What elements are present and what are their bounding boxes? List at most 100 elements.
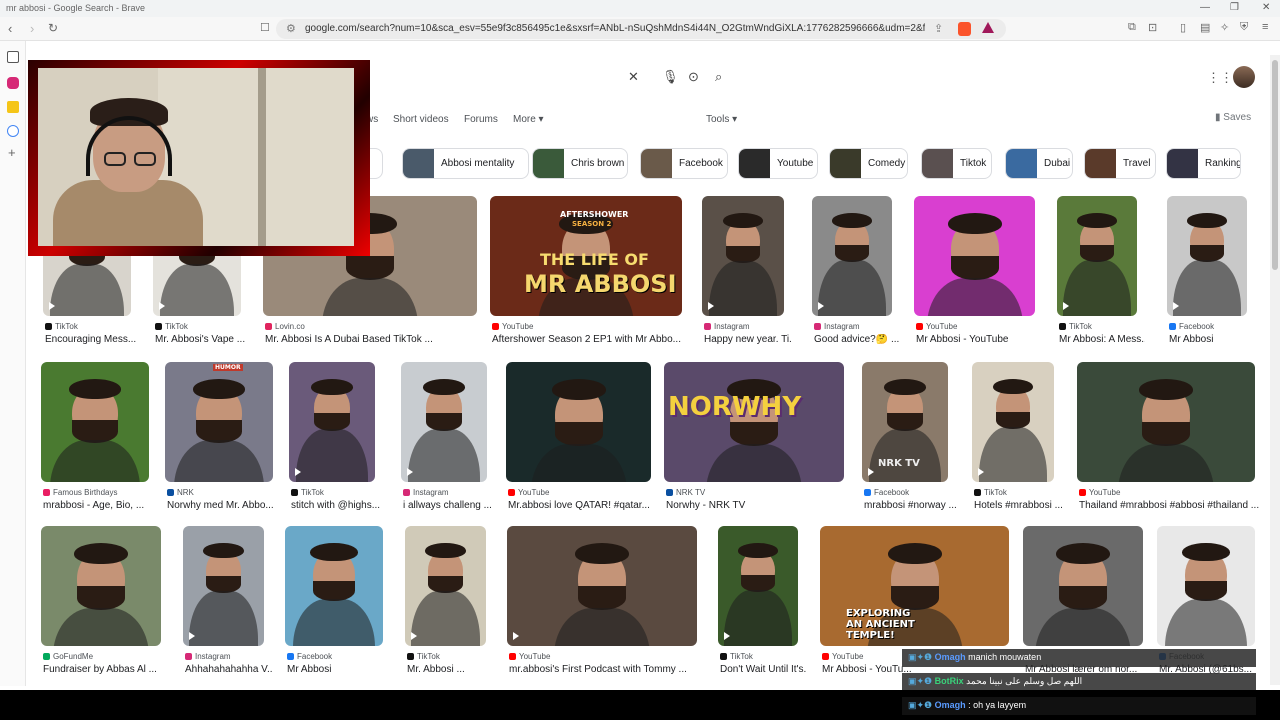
result-title[interactable]: Mr Abbosi - YouTube: [916, 334, 1043, 345]
person-beard: [890, 586, 939, 610]
result-title[interactable]: Mr Abbosi: [287, 664, 391, 675]
source-favicon-icon: [185, 653, 192, 660]
result-thumbnail[interactable]: [914, 196, 1035, 316]
result-thumbnail[interactable]: [1057, 196, 1137, 316]
thumbnail-caption: NORWHY: [668, 392, 802, 422]
image-result[interactable]: Famous Birthdays mrabbosi - Age, Bio, ...: [41, 362, 149, 512]
result-title[interactable]: Encouraging Mess...: [45, 334, 139, 345]
result-thumbnail[interactable]: [41, 526, 161, 646]
result-thumbnail[interactable]: [41, 362, 149, 482]
result-thumbnail[interactable]: EXPLORING AN ANCIENT TEMPLE!: [820, 526, 1009, 646]
image-result[interactable]: TikTok Mr Abbosi: A Mess...: [1057, 196, 1145, 346]
result-title[interactable]: Happy new year. Ti...: [704, 334, 792, 345]
person-hair: [69, 378, 121, 400]
image-result[interactable]: Facebook Mr Abbosi: [285, 526, 383, 676]
result-title[interactable]: Aftershower Season 2 EP1 with Mr Abbo...: [492, 334, 690, 345]
image-result[interactable]: TikTok Don't Wait Until It's...: [718, 526, 806, 676]
image-result[interactable]: NORWHY NRK TV Norwhy - NRK TV: [664, 362, 844, 512]
result-thumbnail[interactable]: [702, 196, 784, 316]
image-result[interactable]: Facebook Mr Abbosi: [1167, 196, 1247, 346]
result-title[interactable]: Mr. Abbosi Is A Dubai Based TikTok ...: [265, 334, 485, 345]
person-hair: [203, 542, 244, 559]
source-name: TikTok: [301, 488, 324, 497]
person-beard: [346, 256, 394, 280]
image-result[interactable]: YouTube Mr.abbosi love QATAR! #qatar...: [506, 362, 651, 512]
result-title[interactable]: Fundraiser by Abbas Al ...: [43, 664, 169, 675]
source-name: TikTok: [984, 488, 1007, 497]
scrollbar-thumb[interactable]: [1272, 60, 1278, 270]
image-result[interactable]: TikTok Mr. Abbosi ...: [405, 526, 486, 676]
source-name: Famous Birthdays: [53, 488, 118, 497]
person-beard: [1142, 422, 1190, 446]
image-result[interactable]: TikTok Hotels #mrabbosi ...: [972, 362, 1062, 512]
result-title[interactable]: Mr Abbosi: A Mess...: [1059, 334, 1145, 345]
image-result[interactable]: Instagram Happy new year. Ti...: [702, 196, 792, 346]
result-thumbnail[interactable]: HUMOR: [165, 362, 273, 482]
person-hair: [575, 542, 629, 565]
result-thumbnail[interactable]: AFTERSHOWER SEASON 2 THE LIFE OF MR ABBOSI: [490, 196, 682, 316]
image-result[interactable]: YouTube Mr Abbosi - YouTube: [914, 196, 1035, 346]
result-title[interactable]: mrabbosi - Age, Bio, ...: [43, 500, 157, 511]
result-title[interactable]: stitch with @highs...: [291, 500, 383, 511]
result-source: TikTok: [155, 322, 188, 331]
result-title[interactable]: i allways challeng ...: [403, 500, 495, 511]
source-favicon-icon: [45, 323, 52, 330]
result-thumbnail[interactable]: NRK TV: [862, 362, 948, 482]
result-thumbnail[interactable]: [1077, 362, 1255, 482]
result-title[interactable]: Mr.abbosi love QATAR! #qatar...: [508, 500, 659, 511]
image-result[interactable]: HUMOR NRK Norwhy med Mr. Abbo...: [165, 362, 274, 512]
result-thumbnail[interactable]: [507, 526, 697, 646]
image-result[interactable]: AFTERSHOWER SEASON 2 THE LIFE OF MR ABBOSI Y…: [490, 196, 682, 346]
result-source: YouTube: [822, 652, 863, 661]
play-icon: [513, 632, 519, 640]
image-result[interactable]: Instagram Good advice?🤔 ...: [812, 196, 899, 346]
person-body: [292, 599, 376, 646]
result-thumbnail[interactable]: [1157, 526, 1255, 646]
source-favicon-icon: [814, 323, 821, 330]
result-source: YouTube: [509, 652, 550, 661]
image-result[interactable]: Instagram Ahhahahahahha V...: [183, 526, 272, 676]
play-icon: [724, 632, 730, 640]
source-name: YouTube: [502, 322, 534, 331]
person-body: [708, 261, 778, 316]
image-result[interactable]: TikTok stitch with @highs...: [289, 362, 380, 512]
result-title[interactable]: Mr. Abbosi ...: [407, 664, 494, 675]
result-thumbnail[interactable]: [812, 196, 892, 316]
result-thumbnail[interactable]: [289, 362, 375, 482]
result-title[interactable]: Good advice?🤔 ...: [814, 334, 900, 345]
result-title[interactable]: Hotels #mrabbosi ...: [974, 500, 1062, 511]
result-thumbnail[interactable]: [506, 362, 651, 482]
result-thumbnail[interactable]: [285, 526, 383, 646]
result-thumbnail[interactable]: [972, 362, 1054, 482]
image-result[interactable]: Instagram i allways challeng ...: [401, 362, 492, 512]
person-hair: [310, 542, 358, 562]
result-source: Facebook: [864, 488, 909, 497]
result-title[interactable]: Norwhy med Mr. Abbo...: [167, 500, 281, 511]
result-thumbnail[interactable]: [183, 526, 264, 646]
result-title[interactable]: Thailand #mrabbosi #abbosi #thailand ...: [1079, 500, 1263, 511]
result-title[interactable]: mr.abbosi's First Podcast with Tommy ...: [509, 664, 705, 675]
result-source: YouTube: [1079, 488, 1120, 497]
image-result[interactable]: YouTube mr.abbosi's First Podcast with To…: [507, 526, 697, 676]
result-title[interactable]: Ahhahahahahha V...: [185, 664, 272, 675]
play-icon: [868, 468, 874, 476]
result-title[interactable]: Mr Abbosi: [1169, 334, 1255, 345]
result-title[interactable]: Mr. Abbosi's Vape ...: [155, 334, 249, 345]
result-thumbnail[interactable]: [1167, 196, 1247, 316]
image-result[interactable]: YouTube Thailand #mrabbosi #abbosi #thail…: [1077, 362, 1259, 512]
source-name: TikTok: [55, 322, 78, 331]
result-thumbnail[interactable]: [1023, 526, 1143, 646]
source-favicon-icon: [43, 653, 50, 660]
result-title[interactable]: Don't Wait Until It's...: [720, 664, 806, 675]
result-thumbnail[interactable]: [718, 526, 798, 646]
page-scrollbar[interactable]: [1270, 55, 1280, 685]
result-thumbnail[interactable]: NORWHY: [664, 362, 844, 482]
result-title[interactable]: Norwhy - NRK TV: [666, 500, 852, 511]
person-hair: [992, 378, 1034, 395]
image-result[interactable]: NRK TV Facebook mrabbosi #norway ...: [862, 362, 956, 512]
result-thumbnail[interactable]: [405, 526, 486, 646]
result-thumbnail[interactable]: [401, 362, 487, 482]
result-title[interactable]: mrabbosi #norway ...: [864, 500, 956, 511]
person-hair: [1077, 212, 1117, 228]
image-result[interactable]: GoFundMe Fundraiser by Abbas Al ...: [41, 526, 161, 676]
